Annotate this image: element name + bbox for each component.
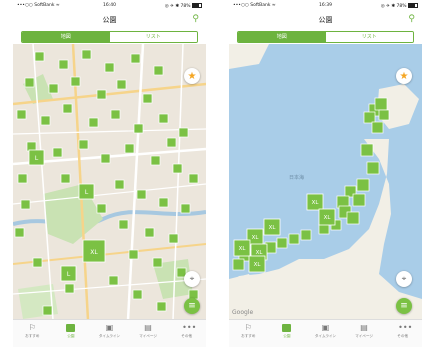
search-icon[interactable]: ⚲ (408, 14, 415, 24)
locate-icon[interactable]: ⌖ (184, 271, 200, 287)
battery-area: ◎ ✈ ✱ 78% (165, 3, 202, 9)
profile-card-icon: ▤ (360, 323, 368, 332)
city-map[interactable]: L L XL L ★ ⌖ ≡ (13, 44, 206, 320)
photo-icon: ▣ (105, 323, 114, 332)
tab-recommend[interactable]: ⚐ おすすめ (13, 320, 52, 347)
park-icon (282, 324, 292, 332)
tab-more[interactable]: ••• その他 (167, 320, 206, 347)
sea-label: 日本海 (289, 174, 304, 181)
tab-mypage[interactable]: ▤ マイページ (129, 320, 168, 347)
menu-icon[interactable]: ≡ (184, 298, 200, 314)
star-icon[interactable]: ★ (396, 68, 412, 84)
marker-label: XL (256, 250, 264, 256)
bottom-tab-bar: ⚐ おすすめ 公園 ▣ タイムライン ▤ マイページ ••• その他 (229, 319, 422, 347)
photo-icon: ▣ (321, 323, 330, 332)
more-icon: ••• (398, 323, 413, 332)
marker-label: XL (254, 262, 262, 268)
search-icon[interactable]: ⚲ (192, 14, 199, 24)
locate-icon[interactable]: ⌖ (396, 271, 412, 287)
right-phone-screen: •••○○ SoftBank ≈ 16:39 ◎ ✈ ✱ 78% 公園 ⚲ 地図… (229, 0, 422, 347)
tab-mypage[interactable]: ▤ マイページ (345, 320, 384, 347)
view-toggle: 地図 リスト (237, 31, 414, 43)
tab-label: おすすめ (241, 334, 256, 338)
status-bar: •••○○ SoftBank ≈ 16:39 ◎ ✈ ✱ 78% (229, 0, 422, 11)
tab-label: その他 (397, 334, 409, 338)
battery-icon (192, 3, 202, 8)
tab-list[interactable]: リスト (325, 32, 413, 42)
flag-icon: ⚐ (28, 323, 36, 332)
marker-label: XL (90, 249, 98, 256)
tab-timeline[interactable]: ▣ タイムライン (306, 320, 345, 347)
bottom-tab-bar: ⚐ おすすめ 公園 ▣ タイムライン ▤ マイページ ••• その他 (13, 319, 206, 347)
nav-bar: 公園 ⚲ (229, 11, 422, 29)
marker-label: XL (269, 225, 277, 231)
tab-list[interactable]: リスト (109, 32, 197, 42)
marker-label: XL (252, 235, 260, 241)
page-title: 公園 (318, 16, 333, 24)
menu-icon[interactable]: ≡ (396, 298, 412, 314)
tab-label: 公園 (67, 334, 75, 338)
marker-label: XL (312, 200, 320, 206)
park-icon (66, 324, 76, 332)
battery-percent: 78% (396, 4, 407, 9)
view-toggle: 地図 リスト (21, 31, 198, 43)
tab-label: マイページ (139, 334, 158, 338)
tab-park[interactable]: 公園 (52, 320, 91, 347)
tab-more[interactable]: ••• その他 (383, 320, 422, 347)
tab-label: タイムライン (98, 334, 121, 338)
profile-card-icon: ▤ (144, 323, 152, 332)
more-icon: ••• (182, 323, 197, 332)
nav-bar: 公園 ⚲ (13, 11, 206, 29)
flag-icon: ⚐ (244, 323, 252, 332)
tab-label: おすすめ (25, 334, 40, 338)
star-icon[interactable]: ★ (184, 68, 200, 84)
marker-label: XL (324, 215, 332, 221)
google-logo: Google (232, 309, 254, 316)
tab-park[interactable]: 公園 (268, 320, 307, 347)
japan-map[interactable]: 日本海 XL XL XL XL XL XL XL ★ ⌖ ≡ Google (229, 44, 422, 320)
tab-recommend[interactable]: ⚐ おすすめ (229, 320, 268, 347)
battery-icon (408, 3, 418, 8)
page-title: 公園 (102, 16, 117, 24)
left-phone-screen: •••○○ SoftBank ≈ 16:40 ◎ ✈ ✱ 78% 公園 ⚲ 地図… (13, 0, 206, 347)
battery-percent: 78% (180, 4, 191, 9)
battery-area: ◎ ✈ ✱ 78% (381, 3, 418, 9)
tab-label: その他 (181, 334, 193, 338)
tab-label: 公園 (283, 334, 291, 338)
marker-label: XL (239, 246, 247, 252)
tab-label: マイページ (355, 334, 374, 338)
tab-map[interactable]: 地図 (22, 32, 110, 42)
tab-label: タイムライン (314, 334, 337, 338)
tab-timeline[interactable]: ▣ タイムライン (90, 320, 129, 347)
status-bar: •••○○ SoftBank ≈ 16:40 ◎ ✈ ✱ 78% (13, 0, 206, 11)
tab-map[interactable]: 地図 (238, 32, 326, 42)
